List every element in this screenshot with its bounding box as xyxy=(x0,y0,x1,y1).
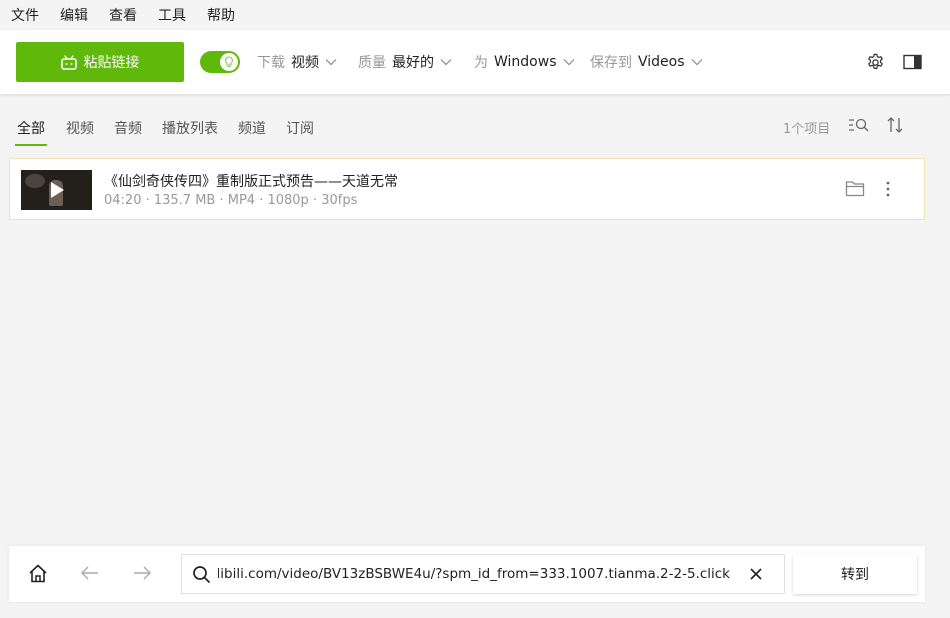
video-thumbnail xyxy=(21,170,92,210)
smart-mode-toggle[interactable] xyxy=(200,51,240,73)
menu-edit[interactable]: 编辑 xyxy=(60,5,88,25)
search-filter-button[interactable] xyxy=(848,116,870,138)
bilibili-tv-icon xyxy=(60,54,77,70)
item-title: 《仙剑奇侠传四》重制版正式预告——天道无常 xyxy=(104,174,398,190)
home-button[interactable] xyxy=(28,564,48,587)
open-folder-button[interactable] xyxy=(845,180,865,201)
close-icon[interactable] xyxy=(748,566,764,582)
list-search-icon xyxy=(849,118,869,132)
quality-select[interactable]: 质量 最好的 xyxy=(358,52,452,72)
toolbar: 粘贴链接 下载 视频 质量 最好的 为 Windows 保存到 Videos xyxy=(0,30,950,94)
side-panel-icon xyxy=(902,54,922,70)
toggle-knob xyxy=(220,53,238,71)
menu-view[interactable]: 查看 xyxy=(109,5,137,25)
tab-all[interactable]: 全部 xyxy=(15,118,47,146)
tab-audio[interactable]: 音频 xyxy=(114,118,142,146)
save-location-label: 保存到 xyxy=(590,55,632,71)
chevron-down-icon xyxy=(691,59,702,66)
address-bar: https://www.bilibili.com/video/BV13zBSBW… xyxy=(9,546,925,602)
menu-tools[interactable]: 工具 xyxy=(158,5,186,25)
platform-value: Windows xyxy=(494,54,557,70)
settings-button[interactable] xyxy=(865,52,885,72)
go-button[interactable]: 转到 xyxy=(793,554,917,594)
forward-button[interactable] xyxy=(132,564,152,586)
toggle-panel-button[interactable] xyxy=(902,52,922,72)
gear-icon xyxy=(867,53,883,69)
play-icon xyxy=(51,182,64,198)
chevron-down-icon xyxy=(440,59,452,66)
tab-channel[interactable]: 频道 xyxy=(238,118,266,146)
tab-subscription[interactable]: 订阅 xyxy=(286,118,314,146)
paste-link-label: 粘贴链接 xyxy=(83,55,140,71)
back-button[interactable] xyxy=(80,564,100,586)
list-item[interactable]: 《仙剑奇侠传四》重制版正式预告——天道无常 04:20 · 135.7 MB ·… xyxy=(9,158,925,220)
platform-select[interactable]: 为 Windows xyxy=(474,52,575,72)
chevron-down-icon xyxy=(563,59,574,66)
folder-icon xyxy=(845,181,865,197)
item-meta: 04:20 · 135.7 MB · MP4 · 1080p · 30fps xyxy=(104,193,358,208)
chevron-down-icon xyxy=(325,59,337,66)
save-location-value: Videos xyxy=(638,54,685,70)
platform-label: 为 xyxy=(474,55,488,71)
url-input[interactable]: https://www.bilibili.com/video/BV13zBSBW… xyxy=(181,554,785,594)
menu-bar: 文件 编辑 查看 工具 帮助 xyxy=(0,0,950,30)
download-type-select[interactable]: 下载 视频 xyxy=(257,52,337,72)
arrow-right-icon xyxy=(134,566,151,580)
tab-playlist[interactable]: 播放列表 xyxy=(162,118,218,146)
quality-value: 最好的 xyxy=(392,55,434,71)
more-vertical-icon xyxy=(886,181,890,197)
menu-file[interactable]: 文件 xyxy=(11,5,39,25)
paste-link-button[interactable]: 粘贴链接 xyxy=(16,42,184,82)
url-text[interactable]: https://www.bilibili.com/video/BV13zBSBW… xyxy=(218,566,730,582)
menu-help[interactable]: 帮助 xyxy=(207,5,235,25)
sort-button[interactable] xyxy=(886,116,904,138)
search-icon xyxy=(193,566,211,584)
arrow-left-icon xyxy=(81,566,98,580)
tab-video[interactable]: 视频 xyxy=(66,118,94,146)
item-count: 1个项目 xyxy=(783,122,831,137)
save-location-select[interactable]: 保存到 Videos xyxy=(590,52,703,72)
lightbulb-icon xyxy=(225,56,233,67)
more-options-button[interactable] xyxy=(884,180,892,202)
sort-icon xyxy=(887,117,903,133)
quality-label: 质量 xyxy=(358,55,386,71)
home-icon xyxy=(29,564,47,583)
download-type-value: 视频 xyxy=(291,55,319,71)
download-type-label: 下载 xyxy=(257,55,285,71)
